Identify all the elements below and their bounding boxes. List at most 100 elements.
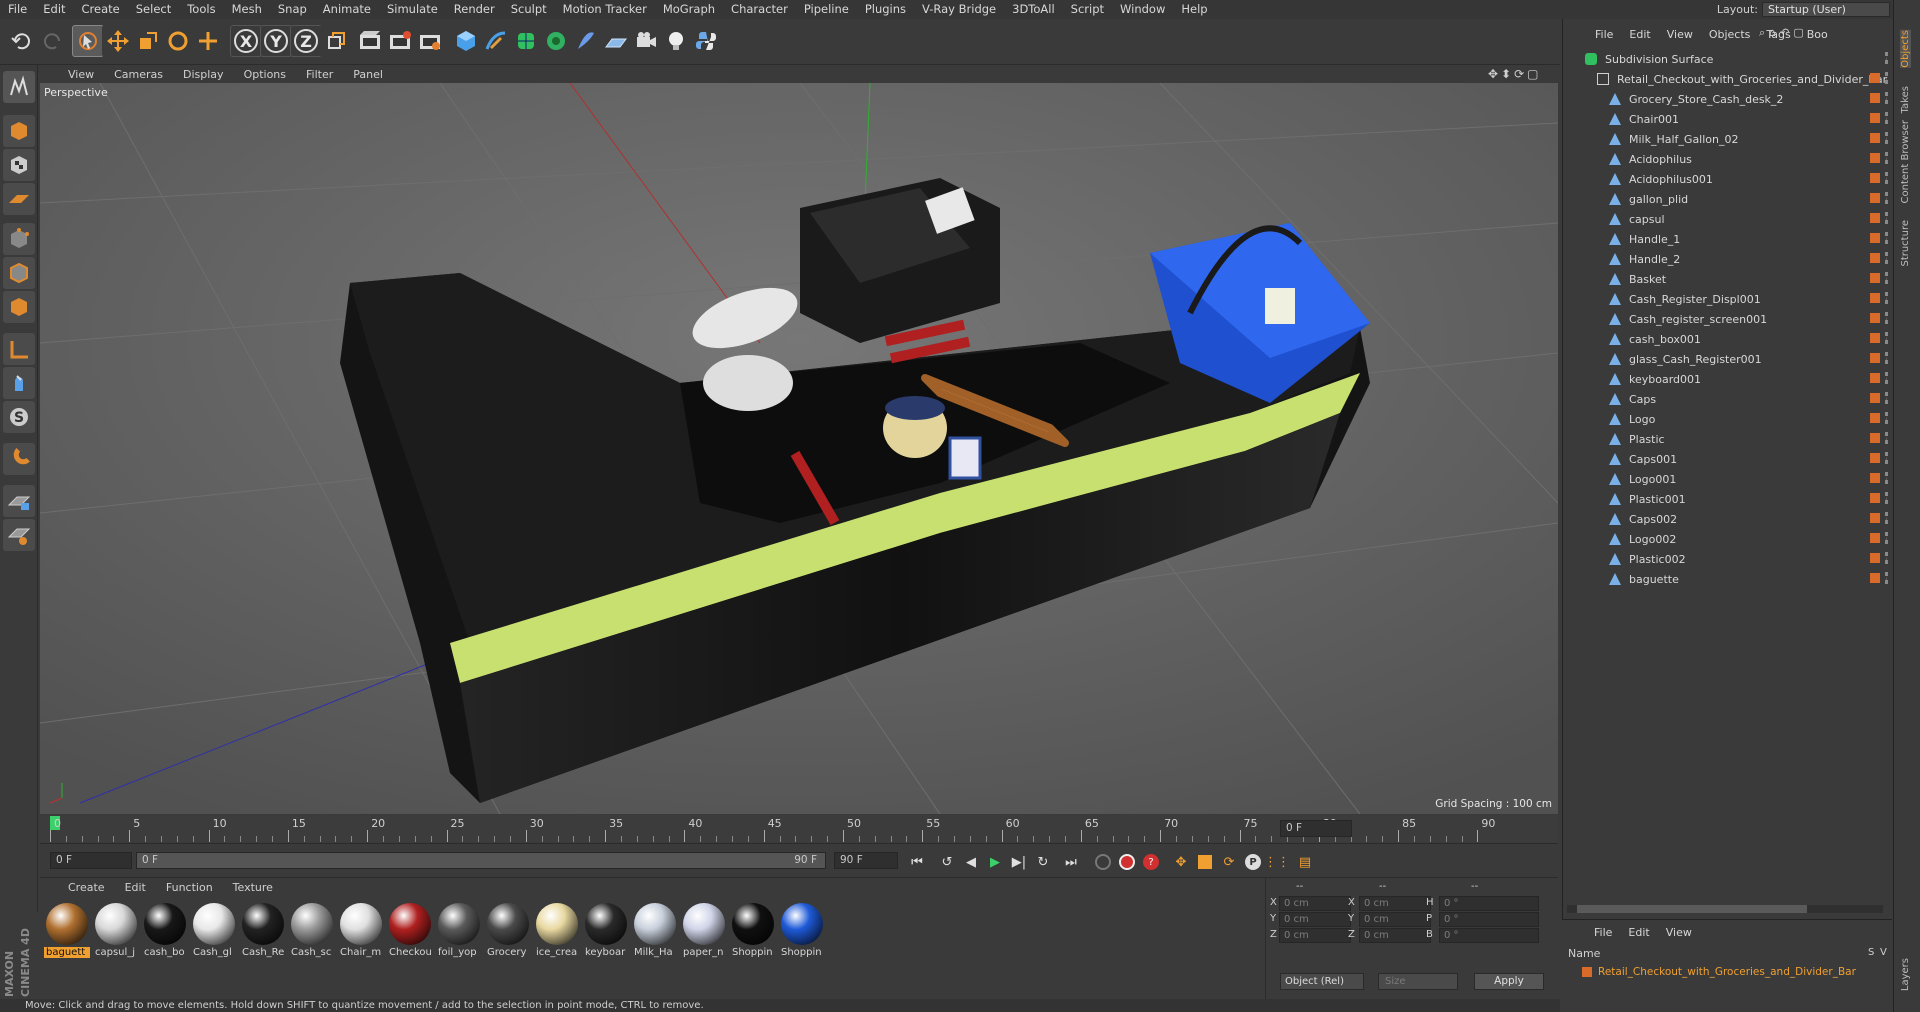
material-tag-icon[interactable]: [1870, 453, 1880, 463]
tab-layers[interactable]: Layers: [1900, 958, 1911, 991]
material-tag-icon[interactable]: [1870, 313, 1880, 323]
autokey-icon[interactable]: [1116, 851, 1138, 873]
menu-tools[interactable]: Tools: [179, 0, 223, 19]
frame-range-slider[interactable]: 0 F 90 F: [136, 852, 826, 869]
visibility-dots-icon[interactable]: [1885, 132, 1889, 144]
visibility-dots-icon[interactable]: [1885, 112, 1889, 124]
tab-objects[interactable]: Objects: [1900, 30, 1911, 68]
menu-animate[interactable]: Animate: [315, 0, 379, 19]
menu-edit[interactable]: Edit: [35, 0, 73, 19]
menu-pipeline[interactable]: Pipeline: [796, 0, 857, 19]
material-tag-icon[interactable]: [1870, 533, 1880, 543]
menu-3dtoall[interactable]: 3DToAll: [1004, 0, 1063, 19]
visibility-dots-icon[interactable]: [1885, 452, 1889, 464]
visibility-dots-icon[interactable]: [1885, 392, 1889, 404]
make-editable-icon[interactable]: [3, 71, 35, 103]
material-tag-icon[interactable]: [1870, 553, 1880, 563]
object-row[interactable]: Grocery_Store_Cash_desk_2: [1563, 89, 1893, 109]
object-menu-objects[interactable]: Objects: [1701, 28, 1759, 41]
record-icon[interactable]: [1092, 851, 1114, 873]
tab-takes[interactable]: Takes: [1900, 86, 1911, 113]
position-key-icon[interactable]: ✥: [1170, 851, 1192, 873]
scale-key-icon[interactable]: [1194, 851, 1216, 873]
viewport-nav-icons[interactable]: ✥⬍⟳▢: [1488, 67, 1542, 81]
visibility-dots-icon[interactable]: [1885, 272, 1889, 284]
light-icon[interactable]: [660, 25, 692, 57]
viewport-menu-panel[interactable]: Panel: [343, 68, 393, 81]
object-row[interactable]: Logo001: [1563, 469, 1893, 489]
material-tag-icon[interactable]: [1870, 473, 1880, 483]
visibility-dots-icon[interactable]: [1885, 512, 1889, 524]
visibility-dots-icon[interactable]: [1885, 292, 1889, 304]
object-row[interactable]: Plastic: [1563, 429, 1893, 449]
material-tag-icon[interactable]: [1870, 433, 1880, 443]
tab-structure[interactable]: Structure: [1900, 220, 1911, 267]
menu-help[interactable]: Help: [1173, 0, 1215, 19]
menu-snap[interactable]: Snap: [270, 0, 315, 19]
object-menu-file[interactable]: File: [1587, 28, 1621, 41]
material-tag-icon[interactable]: [1870, 353, 1880, 363]
material-tag-icon[interactable]: [1870, 233, 1880, 243]
previous-key-icon[interactable]: ↺: [936, 851, 958, 873]
edges-mode-icon[interactable]: [3, 257, 35, 289]
camera-icon[interactable]: [630, 25, 662, 57]
go-to-start-icon[interactable]: ⏮: [906, 851, 928, 873]
object-row[interactable]: Plastic001: [1563, 489, 1893, 509]
layer-menu-edit[interactable]: Edit: [1620, 926, 1657, 942]
material-swatch[interactable]: foil_yop: [436, 902, 482, 960]
visibility-dots-icon[interactable]: [1885, 172, 1889, 184]
menu-character[interactable]: Character: [723, 0, 796, 19]
coordinate-system-icon[interactable]: [320, 25, 352, 57]
snap-icon[interactable]: S: [3, 401, 35, 433]
material-tag-icon[interactable]: [1870, 493, 1880, 503]
scale-tool-icon[interactable]: [132, 25, 164, 57]
visibility-dots-icon[interactable]: [1885, 332, 1889, 344]
visibility-dots-icon[interactable]: [1885, 92, 1889, 104]
material-tag-icon[interactable]: [1870, 93, 1880, 103]
material-tag-icon[interactable]: [1870, 73, 1880, 83]
polygons-mode-icon[interactable]: [3, 291, 35, 323]
material-tag-icon[interactable]: [1870, 153, 1880, 163]
material-tag-icon[interactable]: [1870, 413, 1880, 423]
visibility-dots-icon[interactable]: [1885, 572, 1889, 584]
viewport-menu-cameras[interactable]: Cameras: [104, 68, 173, 81]
object-row[interactable]: keyboard001: [1563, 369, 1893, 389]
cube-primitive-icon[interactable]: [450, 25, 482, 57]
timeline-window-icon[interactable]: ▤: [1294, 851, 1316, 873]
object-manager-icons[interactable]: ⌕⌂↶▢: [1759, 26, 1808, 40]
texture-mode-icon[interactable]: [3, 149, 35, 181]
render-view-icon[interactable]: [354, 25, 386, 57]
material-tag-icon[interactable]: [1870, 133, 1880, 143]
material-swatch[interactable]: Shoppin: [730, 902, 776, 960]
menu-plugins[interactable]: Plugins: [857, 0, 914, 19]
apply-button[interactable]: Apply: [1474, 973, 1544, 990]
coord-value-field[interactable]: 0 cm: [1279, 912, 1351, 927]
visibility-dots-icon[interactable]: [1885, 432, 1889, 444]
material-tag-icon[interactable]: [1870, 213, 1880, 223]
coord-value-field[interactable]: 0 °: [1439, 912, 1539, 927]
menu-create[interactable]: Create: [74, 0, 128, 19]
menu-motion-tracker[interactable]: Motion Tracker: [555, 0, 655, 19]
redo-icon[interactable]: [36, 25, 68, 57]
object-row[interactable]: Caps: [1563, 389, 1893, 409]
menu-sculpt[interactable]: Sculpt: [503, 0, 555, 19]
material-swatch[interactable]: Cash_sc: [289, 902, 335, 960]
live-selection-icon[interactable]: [192, 25, 224, 57]
menu-render[interactable]: Render: [446, 0, 503, 19]
frame-display-field[interactable]: 0 F: [1280, 820, 1352, 837]
visibility-dots-icon[interactable]: [1885, 532, 1889, 544]
object-row[interactable]: Cash_Register_Displ001: [1563, 289, 1893, 309]
object-row[interactable]: Handle_1: [1563, 229, 1893, 249]
next-key-icon[interactable]: ↻: [1032, 851, 1054, 873]
keyframe-selection-icon[interactable]: ?: [1140, 851, 1162, 873]
material-swatch[interactable]: Cash_gl: [191, 902, 237, 960]
object-row[interactable]: glass_Cash_Register001: [1563, 349, 1893, 369]
material-swatch[interactable]: ice_crea: [534, 902, 580, 960]
tweak-mode-icon[interactable]: [3, 367, 35, 399]
material-swatch[interactable]: keyboar: [583, 902, 629, 960]
object-menu-edit[interactable]: Edit: [1621, 28, 1658, 41]
menu-mesh[interactable]: Mesh: [224, 0, 270, 19]
material-tag-icon[interactable]: [1870, 333, 1880, 343]
material-tag-icon[interactable]: [1870, 373, 1880, 383]
object-row[interactable]: Basket: [1563, 269, 1893, 289]
